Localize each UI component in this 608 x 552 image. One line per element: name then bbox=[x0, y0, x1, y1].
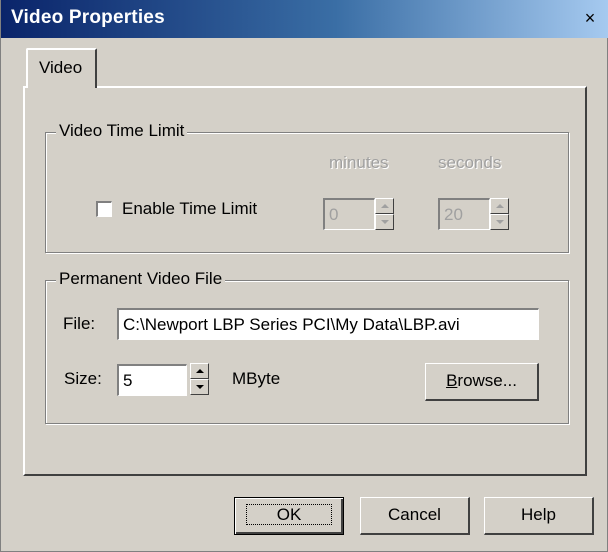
size-spinner[interactable] bbox=[190, 363, 209, 395]
size-input[interactable]: 5 bbox=[117, 364, 187, 396]
arrow-up-icon bbox=[196, 369, 204, 373]
enable-time-limit-label[interactable]: Enable Time Limit bbox=[122, 199, 257, 219]
ok-button[interactable]: OK bbox=[234, 497, 344, 535]
minutes-spinner[interactable] bbox=[375, 198, 394, 230]
seconds-spinner[interactable] bbox=[490, 198, 509, 230]
file-label: File: bbox=[63, 314, 96, 333]
close-icon[interactable]: × bbox=[581, 9, 599, 27]
minutes-down-button[interactable] bbox=[375, 214, 394, 230]
minutes-up-button[interactable] bbox=[375, 198, 394, 214]
window-title: Video Properties bbox=[11, 7, 165, 28]
seconds-input[interactable]: 20 bbox=[438, 198, 490, 230]
file-path-input[interactable]: C:\Newport LBP Series PCI\My Data\LBP.av… bbox=[117, 308, 539, 340]
size-down-button[interactable] bbox=[190, 379, 209, 395]
arrow-down-icon bbox=[381, 220, 389, 224]
ok-label: OK bbox=[245, 504, 333, 525]
size-unit-label: MByte bbox=[232, 369, 281, 388]
arrow-down-icon bbox=[196, 385, 204, 389]
seconds-label: seconds bbox=[438, 153, 502, 172]
enable-time-limit-checkbox[interactable] bbox=[96, 201, 112, 217]
arrow-down-icon bbox=[496, 220, 504, 224]
video-properties-dialog: Video Properties × Video Video Time Limi… bbox=[0, 0, 608, 552]
seconds-down-button[interactable] bbox=[490, 214, 509, 230]
cancel-button[interactable]: Cancel bbox=[360, 497, 470, 535]
permanent-file-group-title: Permanent Video File bbox=[56, 269, 226, 289]
browse-accel: B bbox=[446, 371, 458, 390]
arrow-up-icon bbox=[496, 204, 504, 208]
seconds-up-button[interactable] bbox=[490, 198, 509, 214]
arrow-up-icon bbox=[381, 204, 389, 208]
tab-video-label: Video bbox=[39, 58, 83, 77]
cancel-label: Cancel bbox=[388, 505, 441, 524]
size-label: Size: bbox=[64, 369, 102, 388]
permanent-file-group: Permanent Video File bbox=[45, 269, 569, 424]
time-limit-group: Video Time Limit bbox=[45, 121, 569, 253]
browse-label-rest: rowse... bbox=[457, 371, 517, 390]
size-up-button[interactable] bbox=[190, 363, 209, 379]
help-button[interactable]: Help bbox=[484, 497, 594, 535]
tab-video[interactable]: Video bbox=[26, 48, 97, 88]
minutes-label: minutes bbox=[329, 153, 389, 172]
browse-button[interactable]: Browse... bbox=[425, 363, 539, 401]
time-limit-group-title: Video Time Limit bbox=[56, 121, 188, 141]
help-label: Help bbox=[521, 505, 556, 524]
title-bar[interactable]: Video Properties × bbox=[1, 0, 608, 38]
minutes-input[interactable]: 0 bbox=[323, 198, 375, 230]
